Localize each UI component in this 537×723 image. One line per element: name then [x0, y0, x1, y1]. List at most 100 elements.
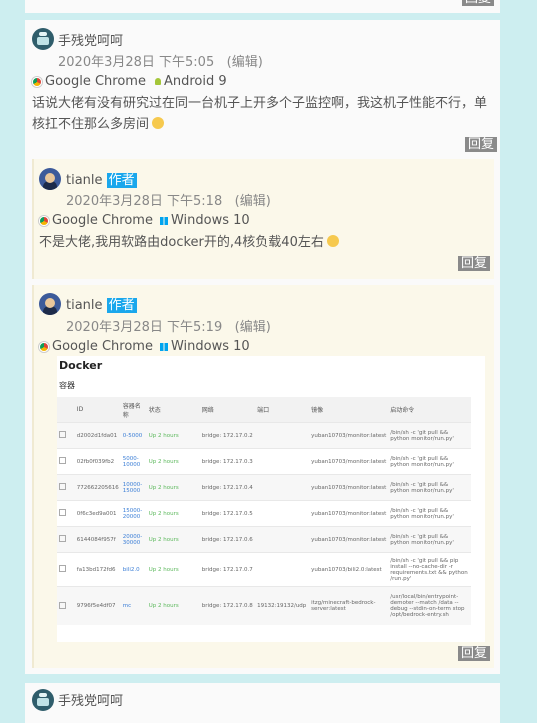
row-checkbox-cell[interactable]: [57, 526, 75, 553]
table-cell: [255, 552, 310, 587]
row-checkbox[interactable]: [59, 509, 66, 516]
docker-title: Docker: [59, 359, 103, 372]
row-checkbox-cell[interactable]: [57, 422, 75, 449]
docker-screenshot[interactable]: Docker 容器 ID 容器名称 状态 网络 端口 镜像 启动命令 d2002…: [57, 356, 485, 642]
previous-reply-button[interactable]: 回复: [461, 0, 494, 6]
table-cell: yuban10703/monitor:latest: [309, 500, 389, 527]
comment-date-text[interactable]: 2020年3月28日 下午5:05: [58, 55, 214, 70]
table-cell: bridge: 172.17.0.7: [199, 552, 256, 587]
os-label: Windows 10: [170, 213, 250, 228]
container-table: ID 容器名称 状态 网络 端口 镜像 启动命令 d2002d1fda01 0-5…: [57, 397, 471, 625]
table-cell: mc: [120, 586, 147, 625]
row-checkbox-cell[interactable]: [57, 448, 75, 475]
reply-date-text[interactable]: 2020年3月28日 下午5:19: [66, 320, 222, 335]
table-row: 772662205616 10000-15000 Up 2 hours bridge:…: [57, 474, 471, 501]
reply-author-name[interactable]: tianle: [66, 298, 103, 313]
avatar[interactable]: [39, 293, 61, 315]
chrome-icon: [32, 76, 42, 87]
row-checkbox[interactable]: [59, 565, 66, 572]
table-cell: Up 2 hours: [146, 474, 200, 501]
table-cell: [255, 474, 310, 501]
table-cell: [255, 448, 310, 475]
table-cell: /bin/sh -c 'git pull && python monitor/r…: [388, 526, 471, 553]
table-cell: 10000-15000: [120, 474, 147, 501]
os-label: Android 9: [163, 74, 227, 89]
edit-link[interactable]: (编辑): [235, 320, 271, 335]
table-cell: bridge: 172.17.0.5: [199, 500, 256, 527]
table-cell: itzg/minecraft-bedrock-server:latest: [309, 586, 389, 625]
row-checkbox[interactable]: [59, 457, 66, 464]
row-checkbox[interactable]: [59, 431, 66, 438]
table-cell: Up 2 hours: [146, 500, 200, 527]
windows-icon: [159, 342, 168, 351]
table-row: 0f6c3ed9a001 15000-20000 Up 2 hours bridge:…: [57, 500, 471, 527]
next-comment-stub: 手残党呵呵: [25, 683, 500, 723]
reply-author: tianle 作者: [66, 294, 137, 313]
table-cell: yuban10703/monitor:latest: [309, 526, 389, 553]
table-header: 容器名称: [120, 397, 147, 423]
table-cell: Up 2 hours: [146, 526, 200, 553]
table-cell: 9796f5e4df07: [74, 586, 121, 625]
comment-date: 2020年3月28日 下午5:05 (编辑): [58, 51, 263, 70]
table-header: [57, 397, 75, 423]
previous-comment-stub: 回复: [25, 0, 500, 13]
reply-button[interactable]: 回复: [458, 256, 491, 271]
browser-label: Google Chrome: [52, 213, 153, 228]
reply-button[interactable]: 回复: [465, 137, 498, 152]
table-row: 9796f5e4df07 mc Up 2 hours bridge: 172.17.0…: [57, 586, 471, 625]
reply-date: 2020年3月28日 下午5:18 (编辑): [66, 190, 271, 209]
android-icon: [154, 78, 161, 85]
reply-date: 2020年3月28日 下午5:19 (编辑): [66, 316, 271, 335]
table-cell: bridge: 172.17.0.6: [199, 526, 256, 553]
emoji-icon: [326, 235, 339, 247]
table-cell: bridge: 172.17.0.8: [199, 586, 256, 625]
table-cell: fa13bd172fd6: [74, 552, 121, 587]
user-agent: Google Chrome Windows 10: [39, 213, 250, 228]
table-header: 启动命令: [388, 397, 471, 423]
edit-link[interactable]: (编辑): [235, 194, 271, 209]
chrome-icon: [39, 341, 49, 352]
table-header: ID: [74, 397, 121, 423]
table-header: 镜像: [309, 397, 389, 423]
row-checkbox[interactable]: [59, 535, 66, 542]
comment-text-content: 话说大佬有没有研究过在同一台机子上开多个子监控啊，我这机子性能不行，单核扛不住那…: [32, 96, 488, 132]
row-checkbox-cell[interactable]: [57, 500, 75, 527]
reply-date-text[interactable]: 2020年3月28日 下午5:18: [66, 194, 222, 209]
table-cell: Up 2 hours: [146, 422, 200, 449]
row-checkbox-cell[interactable]: [57, 474, 75, 501]
browser-label: Google Chrome: [52, 339, 153, 354]
reply-author-name[interactable]: tianle: [66, 173, 103, 188]
edit-link[interactable]: (编辑): [227, 55, 263, 70]
reply-text: 不是大佬,我用软路由docker开的,4核负载40左右: [39, 232, 339, 253]
row-checkbox-cell[interactable]: [57, 586, 75, 625]
table-row: 6144084f957f 20000-30000 Up 2 hours bridge:…: [57, 526, 471, 553]
reply-border: [32, 285, 34, 668]
row-checkbox[interactable]: [59, 483, 66, 490]
emoji-icon: [152, 117, 165, 129]
avatar[interactable]: [32, 689, 54, 711]
table-cell: yuban10703/monitor:latest: [309, 422, 389, 449]
reply-button[interactable]: 回复: [458, 646, 491, 661]
table-cell: 0-5000: [120, 422, 147, 449]
table-cell: Up 2 hours: [146, 552, 200, 587]
table-cell: bili2.0: [120, 552, 147, 587]
table-cell: 02fb0f039fb2: [74, 448, 121, 475]
table-cell: 19132:19132/udp: [255, 586, 310, 625]
reply-card: tianle 作者 2020年3月28日 下午5:18 (编辑) Google …: [32, 159, 494, 279]
row-checkbox[interactable]: [59, 601, 66, 609]
windows-icon: [159, 216, 168, 225]
table-cell: Up 2 hours: [146, 448, 200, 475]
comment-author[interactable]: 手残党呵呵: [58, 30, 123, 49]
table-cell: 0f6c3ed9a001: [74, 500, 121, 527]
avatar[interactable]: [32, 28, 54, 50]
row-checkbox-cell[interactable]: [57, 552, 75, 587]
table-cell: /usr/local/bin/entrypoint-demoter --matc…: [388, 586, 471, 625]
table-cell: yuban10703/monitor:latest: [309, 474, 389, 501]
table-cell: d2002d1fda01: [74, 422, 121, 449]
table-cell: bridge: 172.17.0.4: [199, 474, 256, 501]
table-header: 状态: [146, 397, 200, 423]
author-badge: 作者: [106, 173, 137, 188]
table-header-row: ID 容器名称 状态 网络 端口 镜像 启动命令: [57, 397, 471, 423]
avatar[interactable]: [39, 168, 61, 190]
user-agent: Google Chrome Android 9: [32, 74, 227, 89]
